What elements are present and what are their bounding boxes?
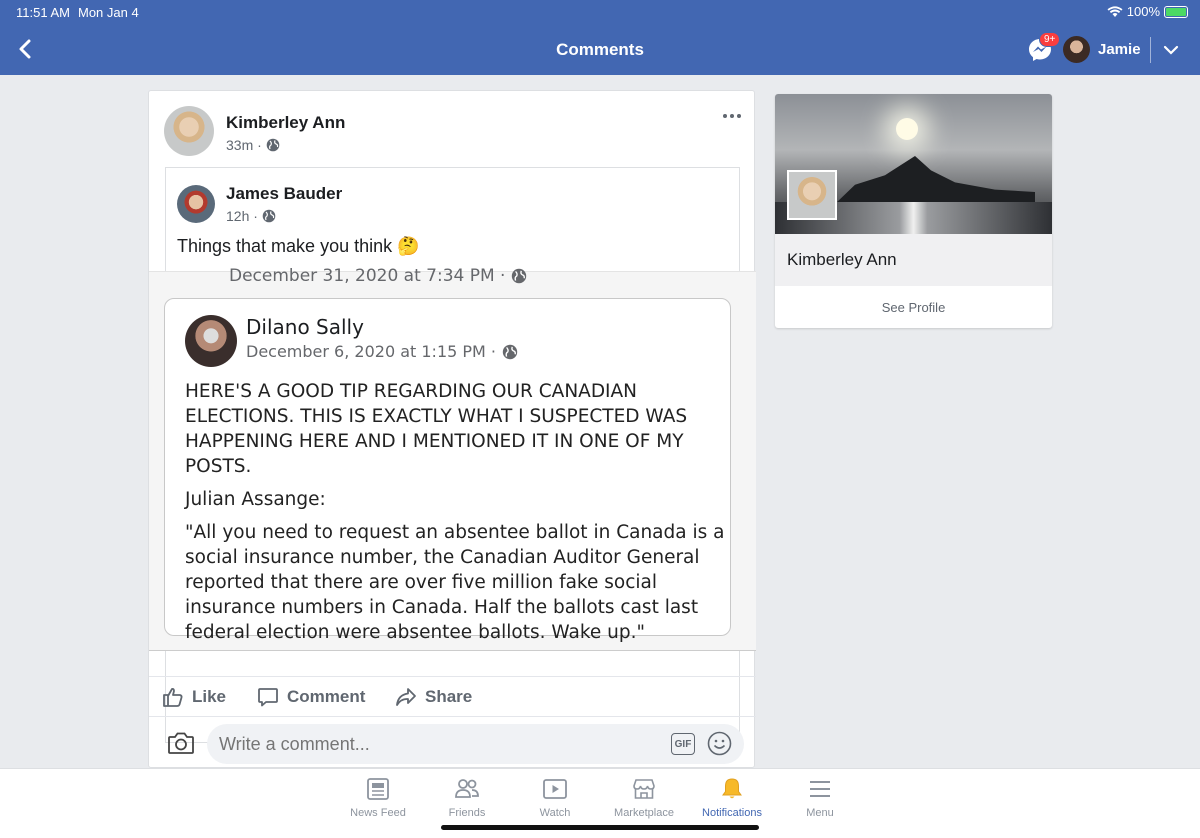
thumbs-up-icon (163, 688, 183, 707)
top-bar: 11:51 AM Mon Jan 4 100% Comments 9+ Jami… (0, 0, 1200, 75)
shared-time[interactable]: 12h · (226, 208, 258, 224)
divider (1150, 37, 1151, 63)
tab-label: Friends (448, 807, 486, 819)
status-time: 11:51 AM (16, 5, 70, 20)
embedded-paragraph: "All you need to request an absentee bal… (185, 522, 725, 643)
gif-button[interactable]: GIF (671, 733, 695, 755)
embedded-paragraph: Julian Assange: (185, 489, 326, 510)
notification-badge: 9+ (1039, 32, 1061, 47)
camera-icon[interactable] (167, 730, 195, 756)
tab-watch[interactable]: Watch (515, 776, 595, 819)
like-label: Like (192, 687, 227, 706)
tab-marketplace[interactable]: Marketplace (604, 776, 684, 819)
menu-icon (810, 781, 830, 797)
shared-author-avatar[interactable] (177, 185, 215, 223)
user-name[interactable]: Jamie (1098, 41, 1141, 58)
like-button[interactable]: Like (162, 686, 226, 708)
embedded-body: HERE'S A GOOD TIP REGARDING OUR CANADIAN… (185, 379, 725, 653)
post-time[interactable]: 33m · (226, 137, 262, 153)
page-title: Comments (556, 40, 644, 59)
globe-icon (502, 344, 518, 359)
shared-author[interactable]: James Bauder (226, 184, 342, 204)
embedded-author: Dilano Sally (246, 315, 364, 339)
share-label: Share (425, 687, 473, 706)
cover-sun (896, 118, 918, 140)
embedded-meta: December 6, 2020 at 1:15 PM · (246, 342, 518, 361)
watch-icon (543, 779, 567, 799)
status-date: Mon Jan 4 (78, 5, 139, 20)
author-avatar[interactable] (164, 106, 214, 156)
shared-meta: 12h · (226, 208, 276, 224)
avatar[interactable] (1063, 36, 1090, 63)
image-date-line: December 31, 2020 at 7:34 PM · (229, 266, 527, 286)
image-date-text: December 31, 2020 at 7:34 PM · (229, 266, 506, 286)
status-indicators: 100% (1107, 4, 1188, 19)
more-options-icon[interactable] (722, 111, 742, 121)
news-feed-icon (367, 778, 389, 800)
comment-icon (258, 688, 278, 707)
home-indicator[interactable] (441, 825, 759, 830)
cover-photo[interactable] (775, 94, 1052, 234)
embedded-paragraph: HERE'S A GOOD TIP REGARDING OUR CANADIAN… (185, 381, 688, 477)
profile-card: Kimberley Ann See Profile (775, 94, 1052, 328)
emoji-icon[interactable] (707, 731, 732, 756)
cover-island (835, 156, 1035, 204)
post-card: Kimberley Ann 33m · James Bauder 12h · T… (148, 90, 756, 769)
globe-icon (512, 268, 527, 284)
tab-menu[interactable]: Menu (780, 776, 860, 819)
embedded-post: Dilano Sally December 6, 2020 at 1:15 PM… (164, 298, 731, 643)
globe-icon (262, 209, 276, 223)
tab-label: Marketplace (614, 807, 674, 819)
bell-icon (722, 778, 742, 799)
tab-label: Notifications (702, 807, 762, 819)
profile-thumbnail[interactable] (787, 170, 837, 220)
tab-friends[interactable]: Friends (427, 776, 507, 819)
profile-name-band: Kimberley Ann (775, 234, 1052, 286)
embedded-date: December 6, 2020 at 1:15 PM · (246, 342, 497, 361)
profile-name[interactable]: Kimberley Ann (787, 250, 897, 270)
tab-label: Menu (806, 807, 834, 819)
comment-composer: GIF (149, 716, 756, 769)
comment-button[interactable]: Comment (257, 686, 365, 708)
shared-post-text: Things that make you think 🤔 (177, 236, 420, 256)
see-profile-button[interactable]: See Profile (775, 286, 1052, 328)
marketplace-icon (633, 779, 655, 799)
tab-label: News Feed (350, 807, 406, 819)
post-author[interactable]: Kimberley Ann (226, 113, 345, 133)
share-button[interactable]: Share (395, 686, 472, 708)
battery-icon (1164, 5, 1188, 18)
battery-percent: 100% (1126, 4, 1160, 19)
embedded-author-avatar (185, 315, 237, 367)
post-meta: 33m · (226, 137, 280, 153)
comment-input[interactable] (207, 724, 744, 764)
tab-notifications[interactable]: Notifications (692, 776, 772, 819)
post-actions: Like Comment Share (149, 676, 756, 716)
comment-label: Comment (287, 687, 366, 706)
friends-icon (455, 779, 479, 798)
globe-icon (266, 138, 280, 152)
share-icon (396, 688, 416, 706)
chevron-down-icon[interactable] (1162, 41, 1180, 59)
post-image[interactable]: December 31, 2020 at 7:34 PM · Dilano Sa… (149, 266, 756, 651)
tab-news-feed[interactable]: News Feed (338, 776, 418, 819)
wifi-icon (1107, 5, 1123, 17)
tab-label: Watch (539, 807, 571, 819)
